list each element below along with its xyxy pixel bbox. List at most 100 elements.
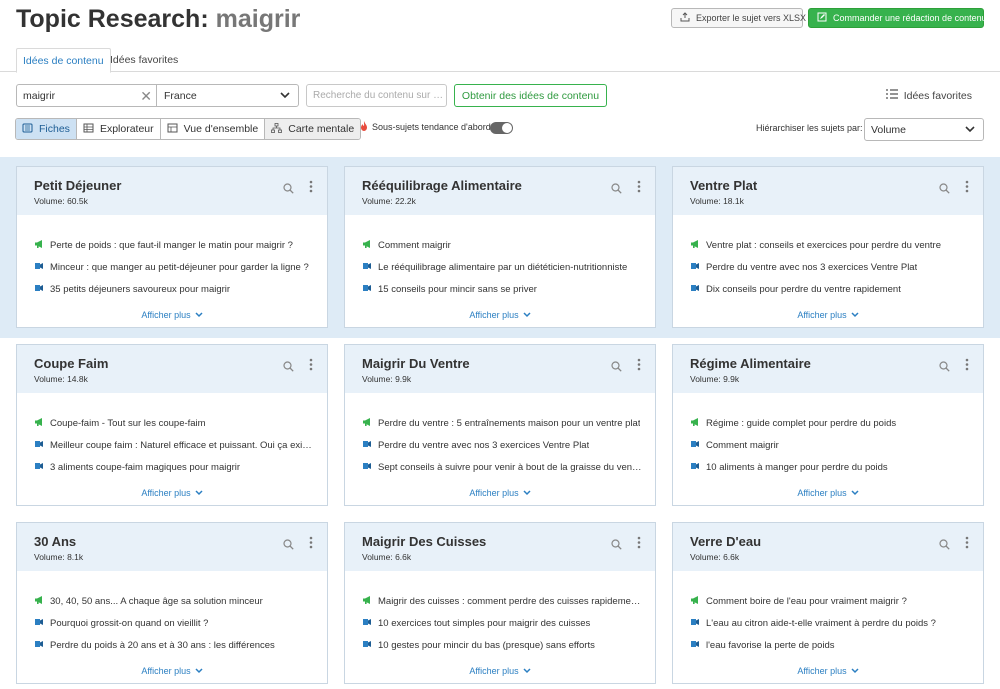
idea-item[interactable]: l'eau favorise la perte de poids [690,635,971,657]
title-keyword: maigrir [215,5,301,33]
chevron-down-icon [195,488,203,498]
card-title[interactable]: Régime Alimentaire [690,356,811,371]
view-mindmap-label: Carte mentale [288,123,355,135]
search-icon[interactable] [939,359,950,377]
idea-item[interactable]: Maigrir des cuisses : comment perdre des… [362,590,643,612]
idea-title: Le rééquilibrage alimentaire par un diét… [378,261,628,273]
idea-item[interactable]: 10 aliments à manger pour perdre du poid… [690,457,971,479]
idea-item[interactable]: L'eau au citron aide-t-elle vraiment à p… [690,612,971,634]
tab-content-ideas[interactable]: Idées de contenu [16,48,111,73]
card-title[interactable]: Ventre Plat [690,178,757,193]
list-icon [885,89,898,102]
idea-item[interactable]: Perdre du poids à 20 ans et à 30 ans : l… [34,635,315,657]
view-mindmap-button[interactable]: Carte mentale [265,119,361,139]
view-explorer-button[interactable]: Explorateur [76,119,161,139]
idea-item[interactable]: Ventre plat : conseils et exercices pour… [690,234,971,256]
idea-item[interactable]: 15 conseils pour mincir sans se priver [362,279,643,301]
idea-title: Perdre du ventre avec nos 3 exercices Ve… [378,439,590,451]
show-more-link[interactable]: Afficher plus [345,666,655,676]
megaphone-icon [34,595,45,608]
card-title[interactable]: Verre D'eau [690,534,761,549]
idea-item[interactable]: 30, 40, 50 ans... A chaque âge sa soluti… [34,590,315,612]
view-cards-button[interactable]: Fiches [16,119,77,139]
more-vertical-icon[interactable] [637,536,641,554]
export-xlsx-button[interactable]: Exporter le sujet vers XLSX [671,8,806,28]
card-items: Ventre plat : conseils et exercices pour… [690,234,971,301]
card-title[interactable]: Rééquilibrage Alimentaire [362,178,522,193]
idea-item[interactable]: Coupe-faim - Tout sur les coupe-faim [34,412,315,434]
card-title[interactable]: Coupe Faim [34,356,108,371]
view-overview-button[interactable]: Vue d'ensemble [160,119,266,139]
mindmap-icon [271,122,283,136]
export-icon [680,12,690,24]
question-icon [690,261,701,274]
idea-item[interactable]: Comment maigrir [362,234,643,256]
get-ideas-button[interactable]: Obtenir des idées de contenu [454,84,607,107]
country-select[interactable]: France [156,84,299,107]
idea-item[interactable]: Perdre du ventre : 5 entraînements maiso… [362,412,643,434]
favorite-ideas-link[interactable]: Idées favorites [885,84,972,107]
idea-item[interactable]: Régime : guide complet pour perdre du po… [690,412,971,434]
idea-item[interactable]: 3 aliments coupe-faim magiques pour maig… [34,457,315,479]
keyword-input[interactable]: maigrir ✕ [16,84,157,107]
idea-item[interactable]: 10 gestes pour mincir du bas (presque) s… [362,635,643,657]
more-vertical-icon[interactable] [965,180,969,198]
card-volume: Volume: 18.1k [690,196,744,206]
idea-item[interactable]: Perte de poids : que faut-il manger le m… [34,234,315,256]
content-search-input[interactable]: Recherche du contenu sur … [306,84,447,107]
more-vertical-icon[interactable] [965,536,969,554]
more-vertical-icon[interactable] [309,180,313,198]
more-vertical-icon[interactable] [309,358,313,376]
show-more-link[interactable]: Afficher plus [345,488,655,498]
search-icon[interactable] [283,537,294,555]
search-icon[interactable] [283,359,294,377]
idea-item[interactable]: Dix conseils pour perdre du ventre rapid… [690,279,971,301]
card-volume: Volume: 60.5k [34,196,88,206]
search-icon[interactable] [939,537,950,555]
idea-title: Dix conseils pour perdre du ventre rapid… [706,284,901,296]
card-title[interactable]: Maigrir Des Cuisses [362,534,486,549]
more-vertical-icon[interactable] [309,536,313,554]
chevron-down-icon [851,488,859,498]
order-content-button[interactable]: Commander une rédaction de contenu [808,8,987,28]
chevron-down-icon [523,310,531,320]
tab-favorite-ideas[interactable]: Idées favorites [104,48,184,72]
show-more-link[interactable]: Afficher plus [17,488,327,498]
more-vertical-icon[interactable] [965,358,969,376]
search-icon[interactable] [611,537,622,555]
chevron-down-icon [195,310,203,320]
search-icon[interactable] [939,181,950,199]
sort-value: Volume [871,123,907,136]
more-vertical-icon[interactable] [637,180,641,198]
sort-select[interactable]: Volume [864,118,984,141]
idea-item[interactable]: Meilleur coupe faim : Naturel efficace e… [34,434,315,456]
show-more-link[interactable]: Afficher plus [673,488,983,498]
show-more-link[interactable]: Afficher plus [673,666,983,676]
idea-item[interactable]: Comment boire de l'eau pour vraiment mai… [690,590,971,612]
more-vertical-icon[interactable] [637,358,641,376]
card-items: Perte de poids : que faut-il manger le m… [34,234,315,301]
show-more-link[interactable]: Afficher plus [673,310,983,320]
idea-item[interactable]: Le rééquilibrage alimentaire par un diét… [362,256,643,278]
card-title[interactable]: 30 Ans [34,534,76,549]
idea-item[interactable]: Pourquoi grossit-on quand on vieillit ? [34,612,315,634]
card-title[interactable]: Maigrir Du Ventre [362,356,470,371]
idea-item[interactable]: 35 petits déjeuners savoureux pour maigr… [34,279,315,301]
idea-item[interactable]: 10 exercices tout simples pour maigrir d… [362,612,643,634]
search-icon[interactable] [283,181,294,199]
search-icon[interactable] [611,359,622,377]
idea-item[interactable]: Perdre du ventre avec nos 3 exercices Ve… [362,434,643,456]
question-icon [690,461,701,474]
idea-item[interactable]: Minceur : que manger au petit-déjeuner p… [34,256,315,278]
show-more-link[interactable]: Afficher plus [345,310,655,320]
show-more-link[interactable]: Afficher plus [17,310,327,320]
idea-item[interactable]: Perdre du ventre avec nos 3 exercices Ve… [690,256,971,278]
close-icon[interactable]: ✕ [140,88,152,105]
card-header: Maigrir Des Cuisses Volume: 6.6k [345,523,655,571]
trending-toggle[interactable] [490,122,513,134]
show-more-link[interactable]: Afficher plus [17,666,327,676]
idea-item[interactable]: Comment maigrir [690,434,971,456]
idea-item[interactable]: Sept conseils à suivre pour venir à bout… [362,457,643,479]
card-title[interactable]: Petit Déjeuner [34,178,121,193]
search-icon[interactable] [611,181,622,199]
